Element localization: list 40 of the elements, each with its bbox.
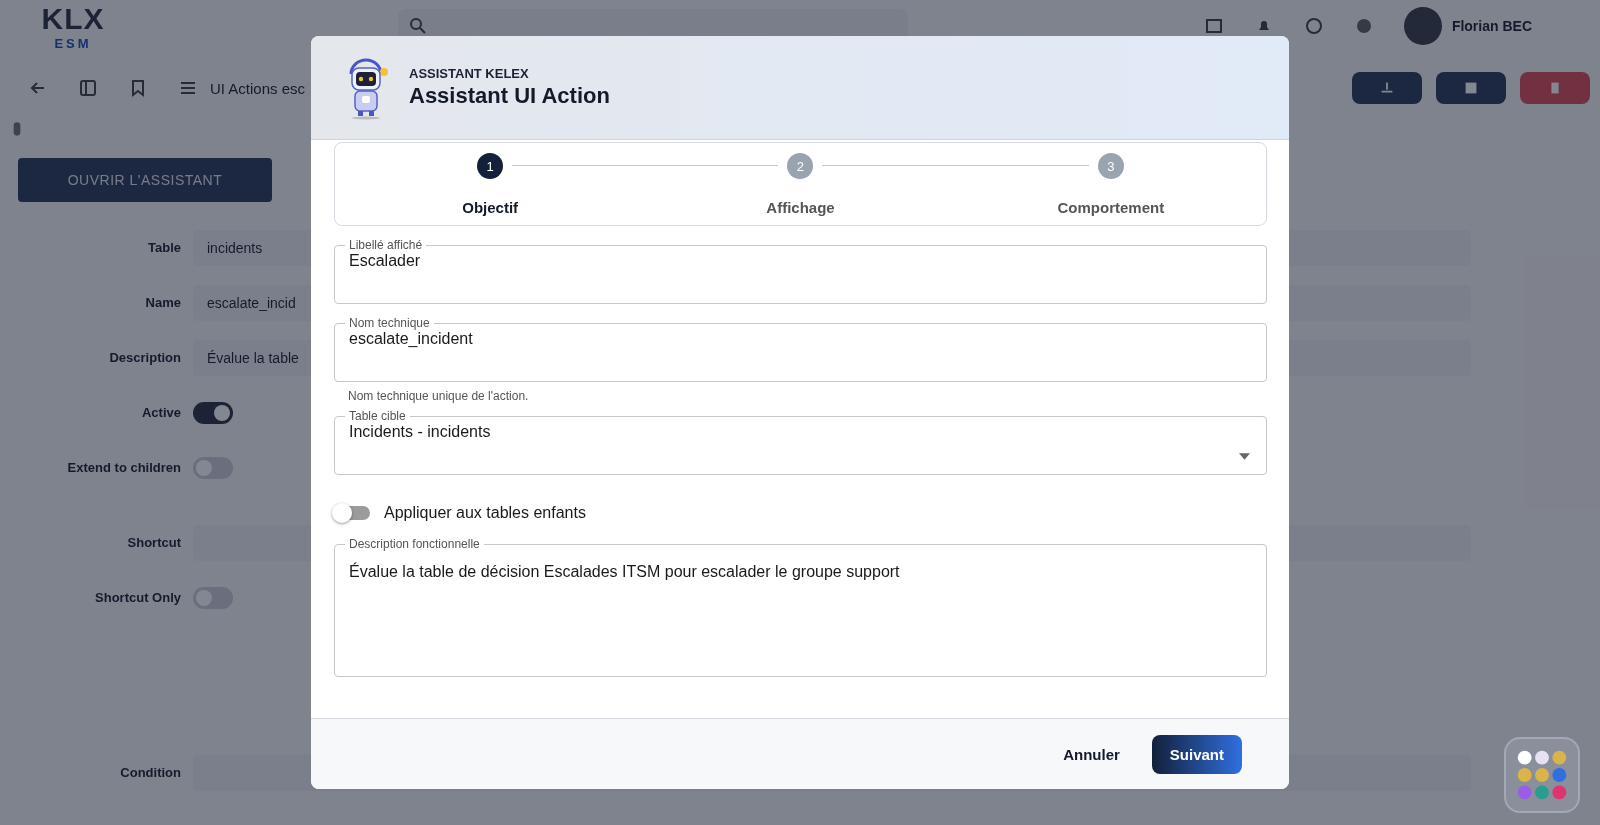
- step-label[interactable]: Affichage: [766, 199, 835, 216]
- avatar[interactable]: [1403, 7, 1442, 45]
- step-number[interactable]: 1: [477, 153, 504, 179]
- toggle-label: Appliquer aux tables enfants: [384, 504, 586, 522]
- user-name[interactable]: Florian BEC: [1451, 18, 1532, 34]
- app-dock[interactable]: [1504, 737, 1580, 813]
- input-field[interactable]: Nom technique escalate_incident: [334, 316, 1267, 382]
- delete-button[interactable]: [1520, 72, 1590, 104]
- input-field[interactable]: Libellé affiché Escalader: [334, 238, 1267, 304]
- breadcrumb[interactable]: UI Actions esc: [210, 79, 306, 97]
- select-field[interactable]: Table cible Incidents - incidents: [334, 409, 1267, 475]
- app-grid-icon: [1516, 749, 1568, 801]
- toggle-switch[interactable]: [193, 401, 233, 424]
- save-button[interactable]: [1436, 72, 1506, 104]
- toggle-switch[interactable]: [193, 586, 233, 609]
- step-label[interactable]: Comportement: [1057, 199, 1165, 216]
- toggle-switch[interactable]: [334, 506, 370, 520]
- field-label: Name: [144, 295, 182, 310]
- field-label: Table: [147, 240, 182, 255]
- field-label: Shortcut Only: [94, 590, 182, 605]
- caret-icon: [1239, 453, 1250, 460]
- export-button[interactable]: [1352, 72, 1422, 104]
- field-hint: Nom technique unique de l'action.: [348, 389, 530, 403]
- field-label: Extend to children: [66, 460, 182, 475]
- field-label: Active: [140, 405, 182, 420]
- next-button[interactable]: Suivant: [1151, 734, 1242, 774]
- toggle-switch[interactable]: [193, 456, 233, 479]
- open-assistant-button[interactable]: OUVRIR L'ASSISTANT: [18, 158, 272, 202]
- dialog-title: Assistant UI Action: [409, 83, 610, 109]
- field-label: Shortcut: [126, 535, 182, 550]
- logo: KLX ESM: [40, 1, 106, 51]
- field-label: Description: [108, 350, 182, 365]
- text-area[interactable]: Description fonctionnelle Évalue la table de décision Escalades ITSM pour escalader le groupe support: [334, 537, 1267, 677]
- panel-icon[interactable]: [1203, 16, 1224, 36]
- field-label: Condition: [119, 765, 182, 780]
- cancel-button[interactable]: Annuler: [1057, 744, 1126, 764]
- dialog-eyebrow: ASSISTANT KELEX: [409, 66, 530, 81]
- sidebar-icon[interactable]: [78, 78, 98, 98]
- step-label[interactable]: Objectif: [462, 199, 519, 216]
- search-icon: [408, 16, 428, 36]
